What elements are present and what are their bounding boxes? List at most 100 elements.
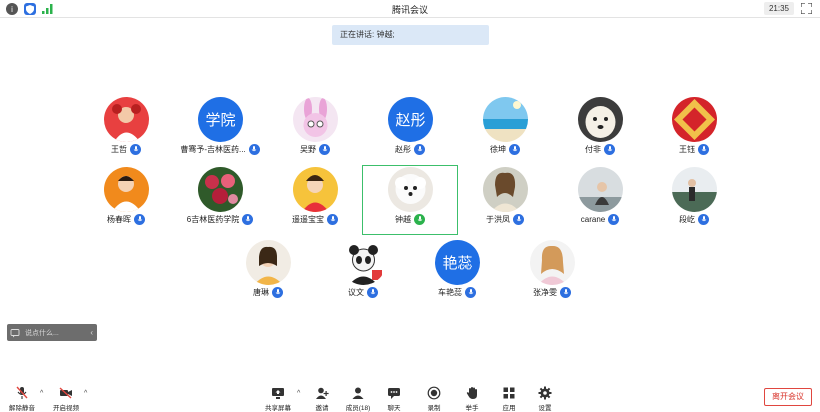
avatar <box>672 97 717 142</box>
mic-icon <box>367 287 378 298</box>
share-options-chevron-icon[interactable]: ^ <box>297 390 300 397</box>
mic-icon <box>698 214 709 225</box>
avatar <box>530 240 575 285</box>
participant-name-line: 杨春晖 <box>78 214 174 225</box>
avatar <box>341 240 386 285</box>
participant-name: 王钰 <box>679 145 695 154</box>
participant-tile[interactable]: 遥遥宝宝 <box>267 167 363 239</box>
mic-icon <box>327 214 338 225</box>
participant-tile[interactable]: 6吉林医药学院 <box>172 167 268 239</box>
start-video-button[interactable]: 开启视频 <box>46 386 86 412</box>
participant-name-line: 王哲 <box>78 144 174 155</box>
participant-name: 于洪凤 <box>486 215 510 224</box>
participant-name: 徐坤 <box>490 145 506 154</box>
unmute-button[interactable]: 解除静音 <box>2 386 42 412</box>
participant-name-line: 唐琳 <box>220 287 316 298</box>
gear-icon <box>538 386 552 400</box>
avatar <box>578 97 623 142</box>
participant-name-line: 车艳蕊 <box>409 287 505 298</box>
participant-tile[interactable]: carane <box>552 167 648 239</box>
window-title: 腾讯会议 <box>391 5 428 15</box>
avatar <box>104 97 149 142</box>
participant-name: 赵彤 <box>395 145 411 154</box>
participant-tile[interactable]: 付非 <box>552 97 648 169</box>
raise-hand-label: 举手 <box>465 405 479 412</box>
settings-label: 设置 <box>538 405 552 412</box>
participant-name-line: 赵彤 <box>362 144 458 155</box>
participant-tile[interactable]: 张净雯 <box>504 240 600 312</box>
avatar <box>483 167 528 212</box>
participant-tile[interactable]: 学院 曹骞予-吉林医药... <box>172 97 268 169</box>
mic-icon <box>604 144 615 155</box>
avatar: 赵彤 <box>388 97 433 142</box>
avatar <box>293 97 338 142</box>
members-icon <box>352 387 364 399</box>
participant-name-line: 钟越 <box>362 214 458 225</box>
chat-button[interactable]: 聊天 <box>374 386 414 412</box>
mic-icon <box>560 287 571 298</box>
chat-input[interactable]: 说点什么... ‹ <box>7 324 97 341</box>
video-options-chevron-icon[interactable]: ^ <box>84 390 87 397</box>
start-video-label: 开启视频 <box>53 405 79 412</box>
share-screen-button[interactable]: 共享屏幕 <box>258 386 298 412</box>
participant-tile[interactable]: 艳蕊 车艳蕊 <box>409 240 505 312</box>
participant-name-line: 于洪凤 <box>457 214 553 225</box>
avatar <box>198 167 243 212</box>
invite-button[interactable]: 邀请 <box>302 386 342 412</box>
participant-name: 王哲 <box>111 145 127 154</box>
participant-tile[interactable]: 段屹 <box>646 167 742 239</box>
participant-name: 6吉林医药学院 <box>186 215 240 224</box>
mic-icon <box>608 214 620 225</box>
participant-tile-active-speaker[interactable]: 钟越 <box>362 167 458 239</box>
meeting-clock: 21:35 <box>764 2 794 15</box>
participant-tile[interactable]: 杨春晖 <box>78 167 174 239</box>
avatar <box>246 240 291 285</box>
members-button[interactable]: 成员(18) <box>338 386 378 412</box>
participant-name-line: 徐坤 <box>457 144 553 155</box>
add-user-icon <box>316 387 329 399</box>
participant-name: 吴野 <box>300 145 316 154</box>
apps-label: 应用 <box>502 405 516 412</box>
raise-hand-icon <box>466 387 477 399</box>
participant-tile[interactable]: 王钰 <box>646 97 742 169</box>
participant-name: carane <box>580 215 606 224</box>
participant-name-line: 曹骞予-吉林医药... <box>172 144 268 155</box>
participant-name-line: 遥遥宝宝 <box>267 214 363 225</box>
title-bar: i 腾讯会议 21:35 <box>0 0 820 18</box>
settings-button[interactable]: 设置 <box>525 386 565 412</box>
avatar <box>293 167 338 212</box>
audio-options-chevron-icon[interactable]: ^ <box>40 390 43 397</box>
participant-tile[interactable]: 吴野 <box>267 97 363 169</box>
raise-hand-button[interactable]: 举手 <box>452 386 492 412</box>
fullscreen-icon[interactable] <box>801 3 812 14</box>
share-screen-label: 共享屏幕 <box>265 405 291 412</box>
participant-tile[interactable]: 议文 <box>315 240 411 312</box>
avatar: 学院 <box>198 97 243 142</box>
mic-speaking-icon <box>414 214 425 225</box>
participant-tile[interactable]: 王哲 <box>78 97 174 169</box>
participant-tile[interactable]: 于洪凤 <box>457 167 553 239</box>
participant-name: 唐琳 <box>253 288 269 297</box>
leave-meeting-button[interactable]: 离开会议 <box>764 388 812 406</box>
record-button[interactable]: 录制 <box>414 386 454 412</box>
mic-icon <box>513 214 524 225</box>
participant-name-line: carane <box>552 214 648 225</box>
invite-label: 邀请 <box>315 405 329 412</box>
members-label: 成员(18) <box>345 405 371 412</box>
mic-icon <box>130 144 141 155</box>
participant-name: 议文 <box>348 288 364 297</box>
mic-icon <box>698 144 709 155</box>
share-screen-icon <box>272 388 284 399</box>
participant-tile[interactable]: 徐坤 <box>457 97 553 169</box>
apps-button[interactable]: 应用 <box>489 386 529 412</box>
participant-name-line: 付非 <box>552 144 648 155</box>
mic-icon <box>248 144 260 155</box>
participant-tile[interactable]: 赵彤 赵彤 <box>362 97 458 169</box>
chat-bubble-icon <box>10 328 20 337</box>
mic-icon <box>242 214 254 225</box>
collapse-chat-icon[interactable]: ‹ <box>90 328 93 337</box>
mic-icon <box>134 214 145 225</box>
participant-tile[interactable]: 唐琳 <box>220 240 316 312</box>
record-label: 录制 <box>427 405 441 412</box>
mic-icon <box>465 287 476 298</box>
